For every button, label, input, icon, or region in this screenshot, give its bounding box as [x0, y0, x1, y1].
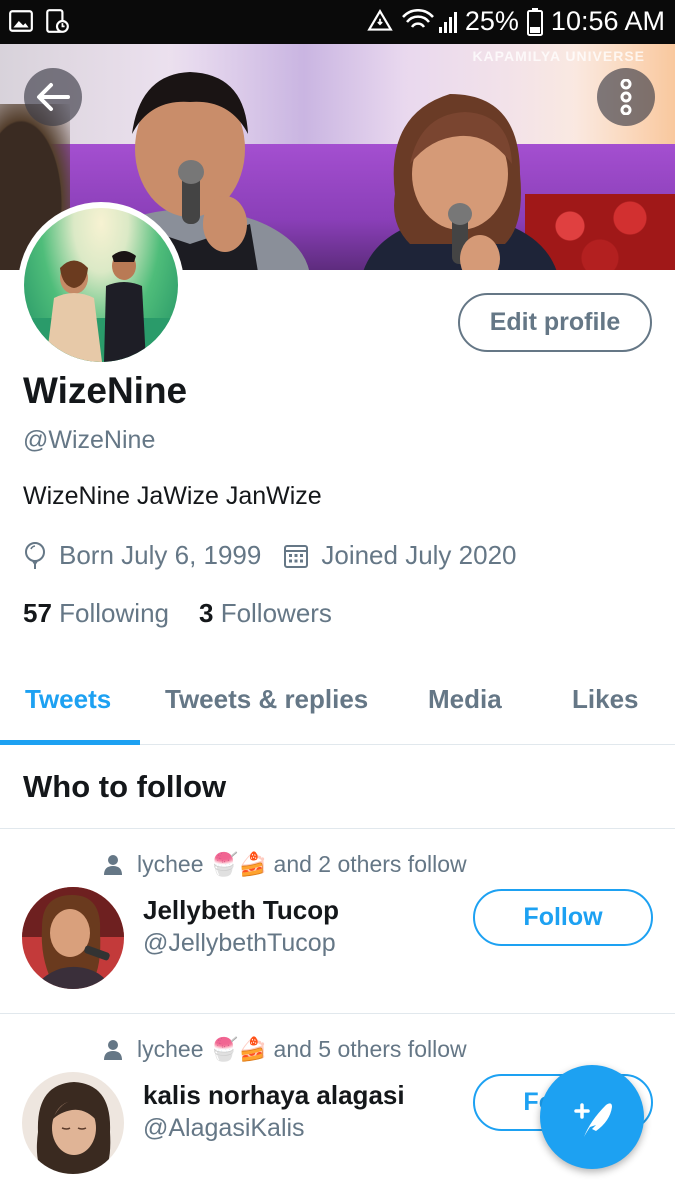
profile-name: WizeNine	[23, 370, 188, 411]
social-context: lychee 🍧🍰 and 2 others follow	[103, 851, 467, 878]
profile-avatar[interactable]	[18, 202, 184, 368]
who-to-follow-header: Who to follow	[0, 745, 675, 829]
battery-percent: 25%	[464, 6, 519, 36]
tab-media[interactable]: Media	[428, 684, 502, 715]
profile-bio: WizeNine JaWize JanWize	[23, 482, 322, 510]
following-count: 57	[23, 598, 52, 628]
followers-count: 3	[198, 598, 214, 628]
social-context-text: lychee 🍧🍰 and 2 others follow	[137, 851, 467, 877]
who-to-follow-title: Who to follow	[23, 769, 227, 804]
avatar-photo	[22, 887, 124, 989]
screen-recorder-icon	[46, 9, 69, 33]
profile-tabs: Tweets Tweets & replies Media Likes	[0, 660, 675, 745]
compose-tweet-button[interactable]	[540, 1065, 644, 1169]
battery-icon	[526, 7, 543, 36]
person-icon	[104, 854, 122, 875]
gallery-notification-icon	[9, 10, 33, 32]
tab-likes[interactable]: Likes	[572, 684, 639, 715]
social-context: lychee 🍧🍰 and 5 others follow	[103, 1036, 467, 1063]
suggestion-handle: @JellybethTucop	[143, 929, 336, 957]
more-options-button[interactable]	[597, 68, 655, 126]
banner-watermark: KAPAMILYA UNIVERSE	[472, 48, 645, 64]
birth-date: Born July 6, 1999	[59, 540, 262, 570]
suggestion-card[interactable]: lychee 🍧🍰 and 2 others follow Jellybeth …	[0, 829, 675, 1014]
following-link[interactable]: 57 Following	[23, 598, 169, 629]
suggestion-handle: @AlagasiKalis	[143, 1114, 305, 1142]
following-label: Following	[59, 598, 169, 628]
suggestion-name: kalis norhaya alagasi	[143, 1080, 405, 1110]
banner-person-right	[363, 94, 557, 270]
status-bar: 25% 10:56 AM	[0, 0, 675, 44]
compose-feather-icon	[574, 1103, 612, 1137]
tab-tweets[interactable]: Tweets	[25, 684, 111, 715]
suggestion-avatar[interactable]	[22, 887, 124, 989]
joined-date: Joined July 2020	[321, 540, 517, 570]
social-context-text: lychee 🍧🍰 and 5 others follow	[137, 1036, 467, 1062]
calendar-icon	[284, 544, 309, 568]
profile-handle: @WizeNine	[23, 426, 156, 454]
tab-tweets-replies[interactable]: Tweets & replies	[165, 684, 368, 715]
clock: 10:56 AM	[550, 6, 665, 36]
wifi-signal-icon	[401, 8, 457, 33]
followers-link[interactable]: 3 Followers	[199, 598, 332, 629]
balloon-icon	[25, 541, 45, 569]
profile-meta: Born July 6, 1999 Joined July 2020	[23, 540, 539, 571]
avatar-photo	[24, 251, 178, 362]
suggestion-avatar[interactable]	[22, 1072, 124, 1174]
person-icon	[104, 1039, 122, 1060]
arrow-left-icon	[37, 83, 70, 111]
data-saver-icon	[367, 8, 393, 31]
follow-button[interactable]: Follow	[473, 889, 653, 946]
edit-profile-button[interactable]: Edit profile	[458, 293, 652, 352]
followers-label: Followers	[220, 598, 332, 628]
follow-counts: 57 Following 3 Followers	[23, 598, 332, 629]
vertical-dots-icon	[620, 79, 632, 115]
back-button[interactable]	[24, 68, 82, 126]
avatar-photo	[22, 1072, 124, 1174]
suggestion-name: Jellybeth Tucop	[143, 895, 339, 925]
